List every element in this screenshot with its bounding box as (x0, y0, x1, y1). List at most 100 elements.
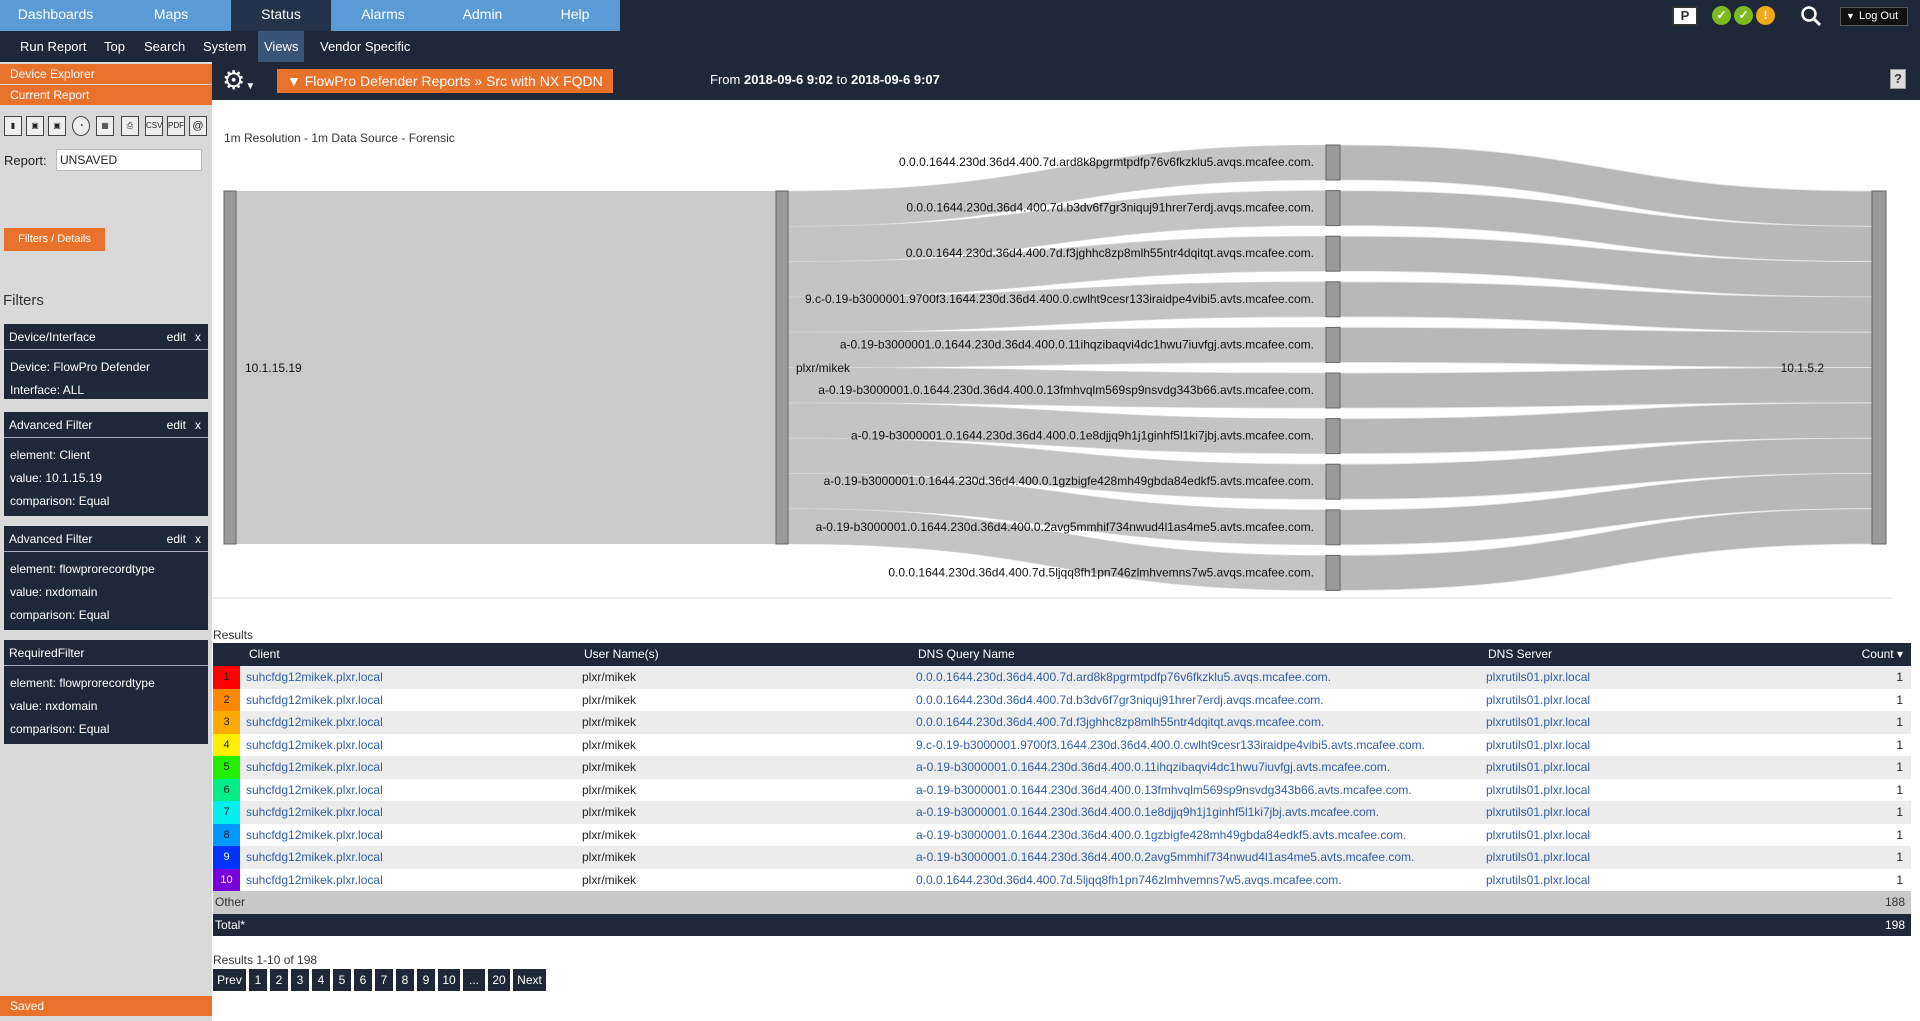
logout-button[interactable]: ▼ Log Out (1840, 7, 1908, 26)
filter-remove-icon[interactable]: x (195, 412, 201, 438)
dns-query-link[interactable]: 0.0.0.1644.230d.36d4.400.7d.b3dv6f7gr3ni… (916, 689, 1324, 712)
report-name-input[interactable]: UNSAVED (56, 149, 202, 171)
sankey-query-node[interactable] (1325, 190, 1341, 227)
dns-query-link[interactable]: 0.0.0.1644.230d.36d4.400.7d.f3jghhc8zp8m… (916, 711, 1324, 734)
client-link[interactable]: suhcfdg12mikek.plxr.local (246, 734, 383, 757)
col-dns-query[interactable]: DNS Query Name (918, 643, 1015, 666)
dns-query-link[interactable]: a-0.19-b3000001.0.1644.230d.36d4.400.0.1… (916, 779, 1412, 802)
dns-server-link[interactable]: plxrutils01.plxr.local (1486, 779, 1590, 802)
dns-server-link[interactable]: plxrutils01.plxr.local (1486, 756, 1590, 779)
tab-dashboards[interactable]: Dashboards (0, 0, 111, 31)
sankey-query-node[interactable] (1325, 372, 1341, 409)
page-button[interactable]: 5 (333, 969, 351, 991)
search-icon[interactable] (1800, 5, 1822, 27)
tab-help[interactable]: Help (530, 0, 620, 31)
saved-reports-link[interactable]: Saved (0, 996, 212, 1016)
dns-query-link[interactable]: a-0.19-b3000001.0.1644.230d.36d4.400.0.1… (916, 756, 1390, 779)
client-link[interactable]: suhcfdg12mikek.plxr.local (246, 801, 383, 824)
client-link[interactable]: suhcfdg12mikek.plxr.local (246, 824, 383, 847)
client-link[interactable]: suhcfdg12mikek.plxr.local (246, 666, 383, 689)
sankey-server-node[interactable] (1871, 190, 1887, 545)
current-report-link[interactable]: Current Report (0, 85, 212, 105)
page-button[interactable]: 8 (396, 969, 414, 991)
filter-remove-icon[interactable]: x (195, 324, 201, 350)
email-icon[interactable]: @ (189, 116, 207, 136)
col-user[interactable]: User Name(s) (584, 643, 659, 666)
client-link[interactable]: suhcfdg12mikek.plxr.local (246, 756, 383, 779)
dns-server-link[interactable]: plxrutils01.plxr.local (1486, 824, 1590, 847)
dns-query-link[interactable]: 0.0.0.1644.230d.36d4.400.7d.5ljqq8fh1pn7… (916, 869, 1342, 892)
p-badge-icon[interactable]: P (1672, 6, 1698, 26)
filters-details-button[interactable]: Filters / Details (4, 228, 105, 251)
client-link[interactable]: suhcfdg12mikek.plxr.local (246, 869, 383, 892)
client-link[interactable]: suhcfdg12mikek.plxr.local (246, 846, 383, 869)
help-button[interactable]: ? (1890, 69, 1906, 89)
dns-query-link[interactable]: a-0.19-b3000001.0.1644.230d.36d4.400.0.1… (916, 801, 1379, 824)
prev-button[interactable]: Prev (213, 969, 246, 991)
subnav-views[interactable]: Views (258, 31, 305, 62)
flow-source-user[interactable] (236, 191, 776, 544)
dns-query-link[interactable]: 0.0.0.1644.230d.36d4.400.7d.ard8k8pgrmtp… (916, 666, 1331, 689)
dns-server-link[interactable]: plxrutils01.plxr.local (1486, 869, 1590, 892)
dns-server-link[interactable]: plxrutils01.plxr.local (1486, 734, 1590, 757)
page-button[interactable]: 3 (291, 969, 309, 991)
dns-server-link[interactable]: plxrutils01.plxr.local (1486, 846, 1590, 869)
pdf-icon[interactable]: PDF (167, 116, 185, 136)
sankey-query-node[interactable] (1325, 509, 1341, 546)
sankey-query-node[interactable] (1325, 326, 1341, 363)
status-ok-icon[interactable]: ✓ (1734, 6, 1753, 25)
subnav-system[interactable]: System (197, 31, 252, 62)
page-button[interactable]: 20 (488, 969, 510, 991)
page-button[interactable]: 6 (354, 969, 372, 991)
from-value[interactable]: 2018-09-6 9:02 (744, 72, 833, 87)
filter-edit-link[interactable]: edit (167, 526, 186, 552)
schedule-icon[interactable]: ◔ (72, 116, 90, 136)
report-title-dropdown[interactable]: ▼ FlowPro Defender Reports » Src with NX… (277, 69, 613, 93)
status-ok-icon[interactable]: ✓ (1712, 6, 1731, 25)
sankey-query-node[interactable] (1325, 463, 1341, 500)
tab-admin[interactable]: Admin (435, 0, 530, 31)
sankey-user-node[interactable] (775, 190, 789, 545)
subnav-vendor-specific[interactable]: Vendor Specific (314, 31, 416, 62)
sankey-query-node[interactable] (1325, 418, 1341, 455)
page-button[interactable]: 9 (417, 969, 435, 991)
device-explorer-link[interactable]: Device Explorer (0, 64, 212, 84)
dns-server-link[interactable]: plxrutils01.plxr.local (1486, 801, 1590, 824)
sankey-query-node[interactable] (1325, 144, 1341, 181)
dns-query-link[interactable]: a-0.19-b3000001.0.1644.230d.36d4.400.0.1… (916, 824, 1406, 847)
page-button[interactable]: 2 (270, 969, 288, 991)
sankey-source-node[interactable] (223, 190, 237, 545)
subnav-top[interactable]: Top (98, 31, 131, 62)
dns-server-link[interactable]: plxrutils01.plxr.local (1486, 711, 1590, 734)
sankey-query-node[interactable] (1325, 235, 1341, 272)
page-button[interactable]: 4 (312, 969, 330, 991)
tab-alarms[interactable]: Alarms (331, 0, 435, 31)
subnav-run-report[interactable]: Run Report (14, 31, 92, 62)
new-report-icon[interactable]: ▮ (4, 116, 22, 136)
print-icon[interactable]: ⎙ (121, 116, 139, 136)
next-button[interactable]: Next (513, 969, 546, 991)
dns-server-link[interactable]: plxrutils01.plxr.local (1486, 666, 1590, 689)
client-link[interactable]: suhcfdg12mikek.plxr.local (246, 689, 383, 712)
tab-status[interactable]: Status (231, 0, 331, 31)
save-icon[interactable]: ▣ (26, 116, 44, 136)
col-client[interactable]: Client (249, 643, 280, 666)
col-count[interactable]: Count ▾ (1862, 643, 1903, 666)
page-button[interactable]: 10 (438, 969, 460, 991)
filter-remove-icon[interactable]: x (195, 526, 201, 552)
status-warning-icon[interactable]: ! (1756, 6, 1775, 25)
dns-query-link[interactable]: a-0.19-b3000001.0.1644.230d.36d4.400.0.2… (916, 846, 1414, 869)
dns-server-link[interactable]: plxrutils01.plxr.local (1486, 689, 1590, 712)
tab-maps[interactable]: Maps (111, 0, 231, 31)
subnav-search[interactable]: Search (138, 31, 191, 62)
client-link[interactable]: suhcfdg12mikek.plxr.local (246, 779, 383, 802)
save-as-icon[interactable]: ▣ (48, 116, 66, 136)
col-dns-server[interactable]: DNS Server (1488, 643, 1552, 666)
page-button[interactable]: 7 (375, 969, 393, 991)
csv-icon[interactable]: CSV (145, 116, 163, 136)
to-value[interactable]: 2018-09-6 9:07 (851, 72, 940, 87)
sankey-query-node[interactable] (1325, 554, 1341, 591)
filter-edit-link[interactable]: edit (167, 324, 186, 350)
gear-icon[interactable]: ⚙▼ (222, 67, 262, 95)
client-link[interactable]: suhcfdg12mikek.plxr.local (246, 711, 383, 734)
